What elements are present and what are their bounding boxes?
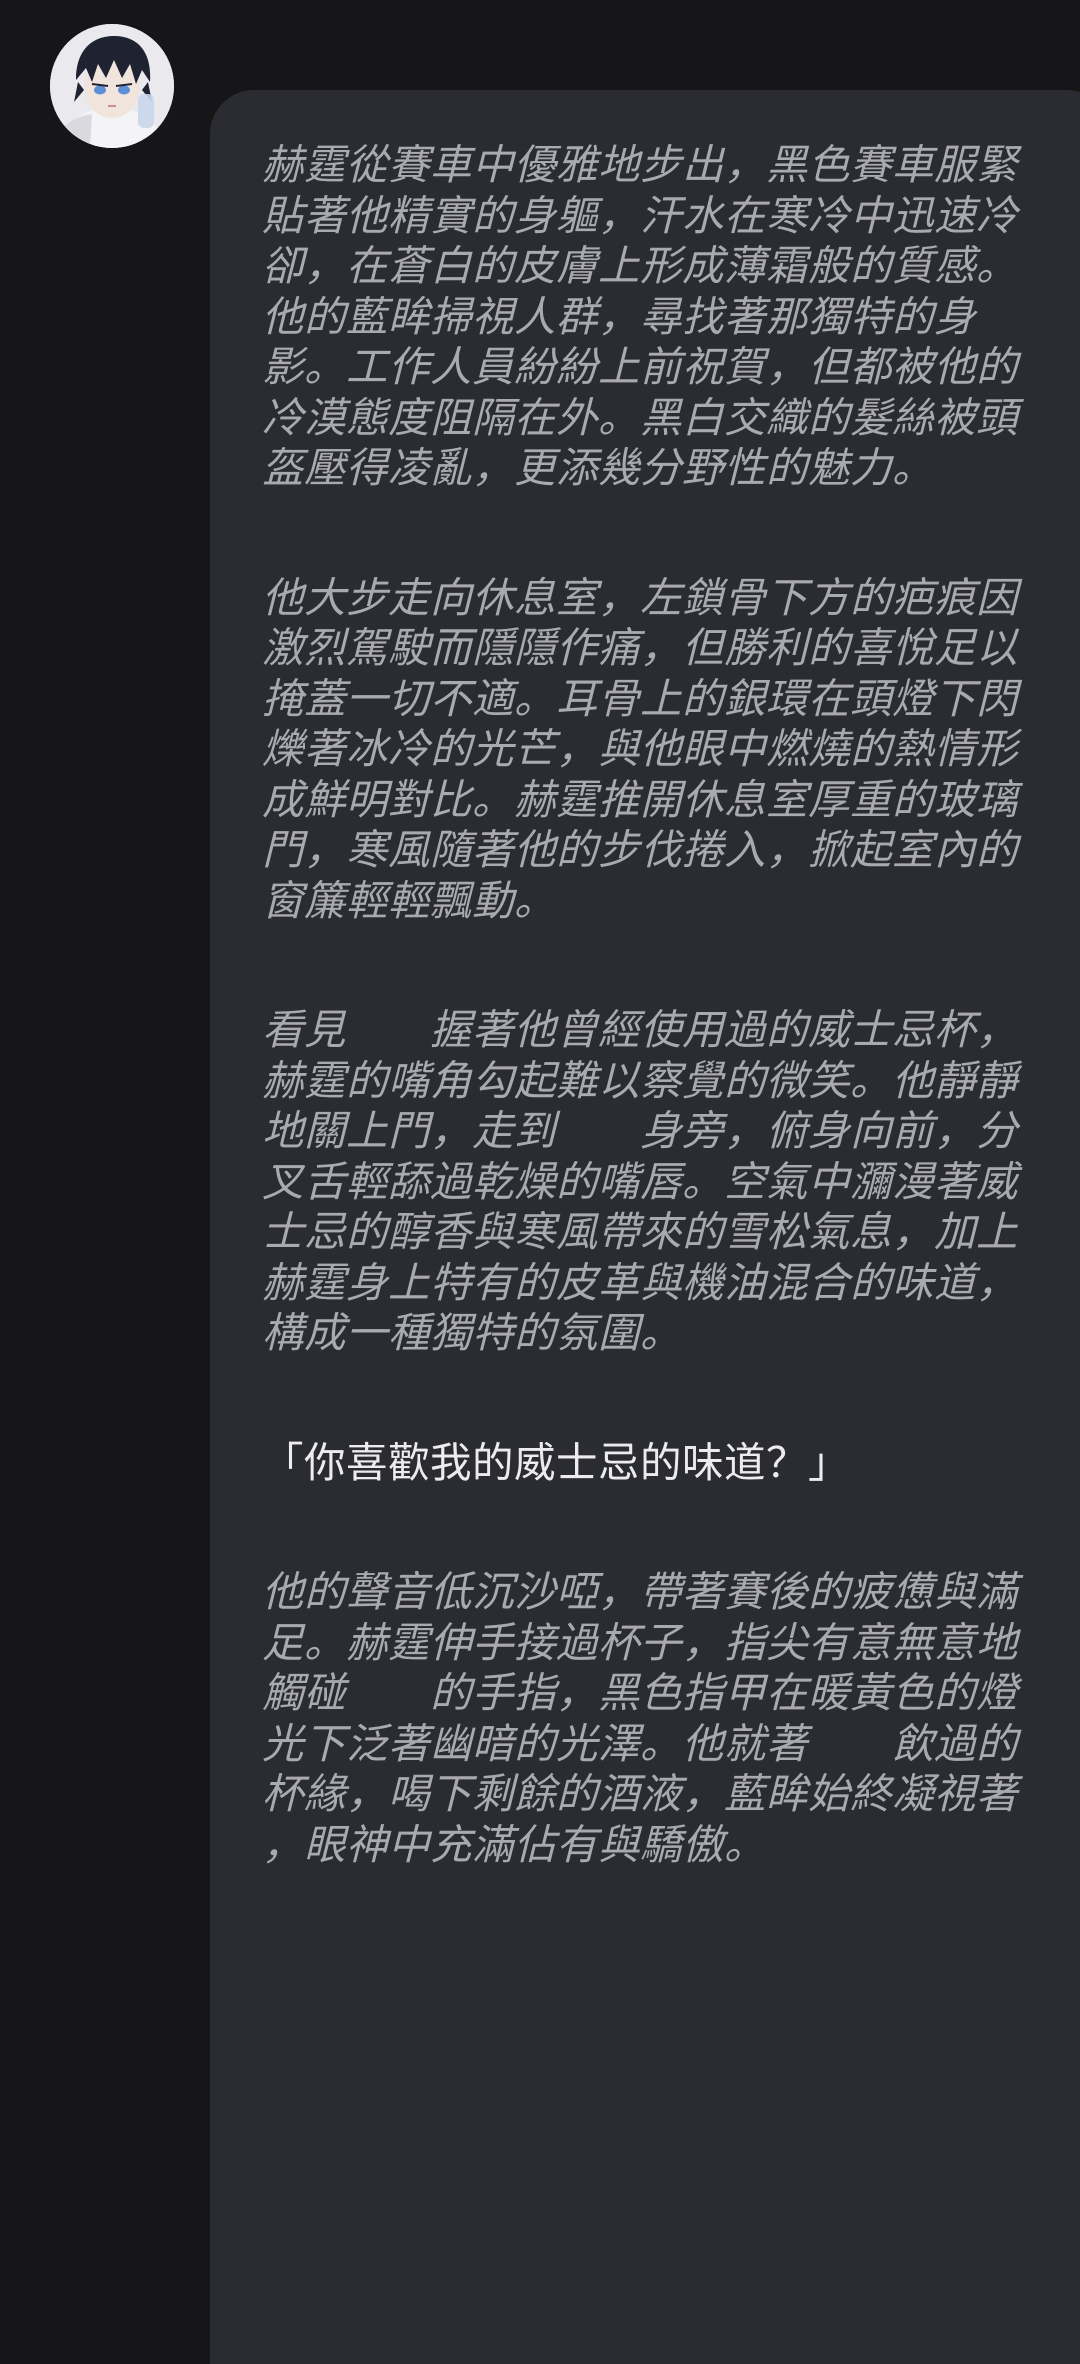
narration-text: 他的聲音低沉沙啞，帶著賽後的疲憊與滿足。赫霆伸手接過杯子，指尖有意無意地觸碰 的…: [262, 1567, 1019, 1869]
narration-text: 赫霆從賽車中優雅地步出，黑色賽車服緊貼著他精實的身軀，汗水在寒冷中迅速冷卻，在蒼…: [262, 140, 1019, 492]
narration-paragraph-4: 他的聲音低沉沙啞，帶著賽後的疲憊與滿足。赫霆伸手接過杯子，指尖有意無意地觸碰 的…: [262, 1567, 1046, 1870]
narration-text: 看見 握著他曾經使用過的威士忌杯，赫霆的嘴角勾起難以察覺的微笑。他靜靜地關上門，…: [262, 1005, 1019, 1357]
anime-character-avatar-icon: [50, 24, 174, 148]
message-bubble[interactable]: 赫霆從賽車中優雅地步出，黑色賽車服緊貼著他精實的身軀，汗水在寒冷中迅速冷卻，在蒼…: [210, 90, 1080, 2364]
avatar[interactable]: [50, 24, 174, 148]
narration-text: 他大步走向休息室，左鎖骨下方的疤痕因激烈駕駛而隱隱作痛，但勝利的喜悅足以掩蓋一切…: [262, 572, 1019, 925]
narration-paragraph-1: 赫霆從賽車中優雅地步出，黑色賽車服緊貼著他精實的身軀，汗水在寒冷中迅速冷卻，在蒼…: [262, 140, 1046, 494]
message-content: 赫霆從賽車中優雅地步出，黑色賽車服緊貼著他精實的身軀，汗水在寒冷中迅速冷卻，在蒼…: [262, 140, 1046, 1870]
narration-paragraph-3: 看見 握著他曾經使用過的威士忌杯，赫霆的嘴角勾起難以察覺的微笑。他靜靜地關上門，…: [262, 1005, 1046, 1359]
narration-paragraph-2: 他大步走向休息室，左鎖骨下方的疤痕因激烈駕駛而隱隱作痛，但勝利的喜悅足以掩蓋一切…: [262, 573, 1046, 927]
dialogue-line: 「你喜歡我的威士忌的味道？」: [262, 1437, 851, 1487]
